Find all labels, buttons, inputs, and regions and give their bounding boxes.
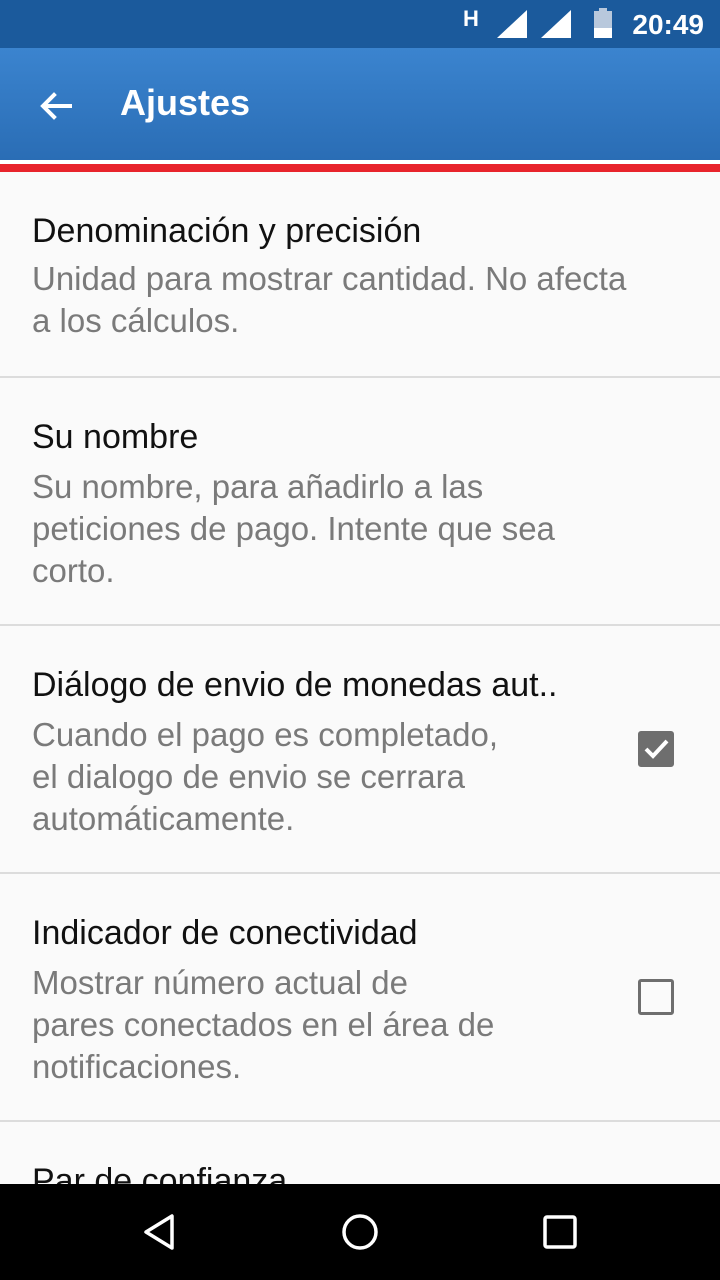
battery-icon	[594, 8, 612, 38]
pref-denomination[interactable]: Denominación y precisión Unidad para mos…	[0, 172, 720, 378]
back-triangle-icon[interactable]	[140, 1212, 180, 1252]
pref-title: Par de confianza	[32, 1162, 288, 1184]
app-toolbar: Ajustes	[0, 48, 720, 160]
page-title: Ajustes	[120, 82, 251, 123]
pref-title: Su nombre	[32, 418, 199, 456]
pref-autoclose-send-dialog[interactable]: Diálogo de envio de monedas aut.. Cuando…	[0, 626, 720, 874]
pref-summary: Su nombre, para añadirlo a las peticione…	[32, 468, 555, 589]
navigation-bar	[0, 1184, 720, 1280]
signal-icon	[497, 10, 527, 38]
settings-list: Denominación y precisión Unidad para mos…	[0, 172, 720, 1184]
pref-summary: Cuando el pago es completado, el dialogo…	[32, 716, 498, 837]
network-type: H	[463, 6, 479, 31]
status-bar: H 20:49	[0, 0, 720, 48]
clock: 20:49	[632, 9, 704, 40]
pref-summary: Unidad para mostrar cantidad. No afecta …	[32, 260, 627, 339]
pref-name[interactable]: Su nombre Su nombre, para añadirlo a las…	[0, 378, 720, 626]
pref-connectivity-indicator[interactable]: Indicador de conectividad Mostrar número…	[0, 874, 720, 1122]
home-circle-icon[interactable]	[340, 1212, 380, 1252]
arrow-left-icon[interactable]	[36, 86, 76, 126]
checkmark-icon	[644, 739, 669, 759]
pref-summary: Mostrar número actual de pares conectado…	[32, 964, 495, 1085]
recents-square-icon[interactable]	[540, 1212, 580, 1252]
connectivity-checkbox[interactable]	[638, 979, 674, 1015]
pref-trusted-peer[interactable]: Par de confianza	[0, 1122, 720, 1184]
pref-title: Denominación y precisión	[32, 212, 422, 250]
pref-title: Diálogo de envio de monedas aut..	[32, 666, 558, 704]
signal-icon	[541, 10, 571, 38]
accent-stripe	[0, 164, 720, 172]
autoclose-checkbox[interactable]	[638, 731, 674, 767]
pref-title: Indicador de conectividad	[32, 914, 418, 952]
